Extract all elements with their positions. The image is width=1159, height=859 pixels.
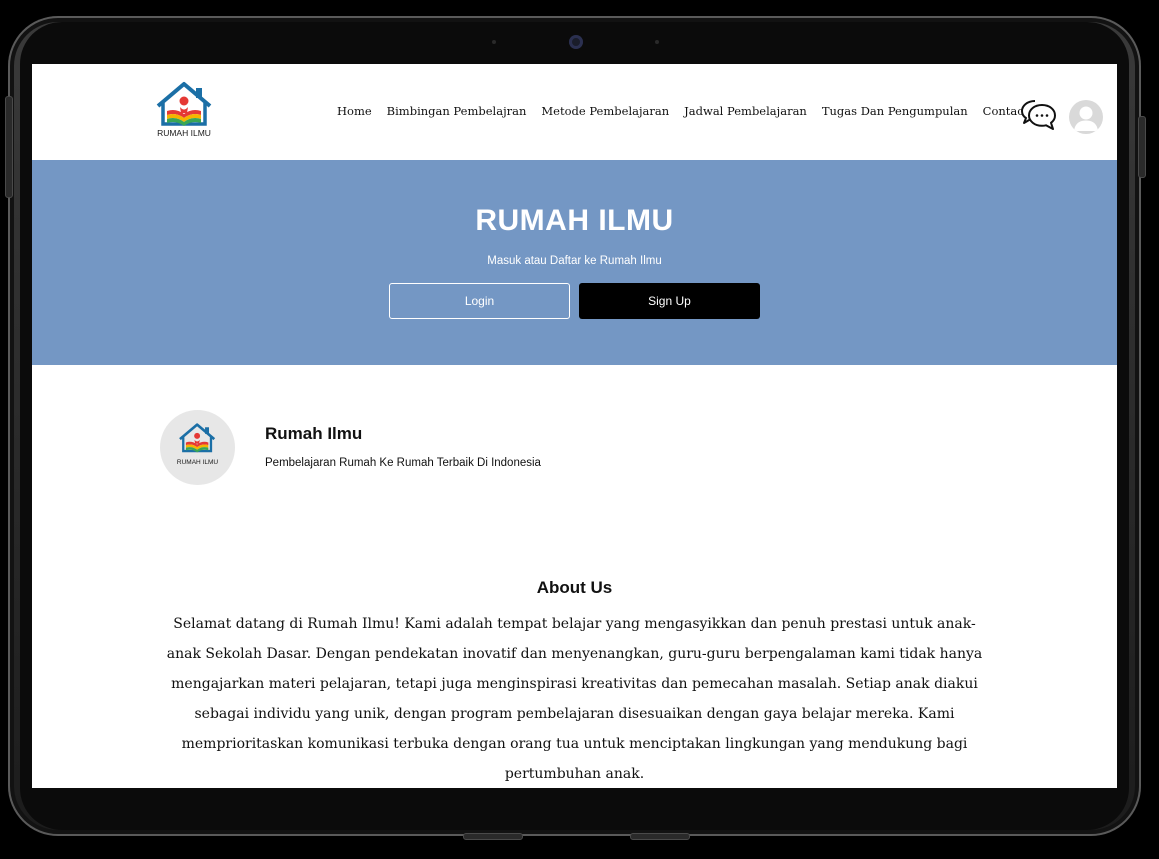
nav-jadwal-pembelajaran[interactable]: Jadwal Pembelajaran (684, 104, 807, 118)
house-book-logo-icon (179, 423, 216, 453)
hero-title: RUMAH ILMU (475, 204, 674, 237)
about-text: Selamat datang di Rumah Ilmu! Kami adala… (166, 616, 983, 782)
login-button[interactable]: Login (389, 283, 570, 319)
profile-logo-text: RUMAH ILMU (176, 459, 219, 466)
side-button-right (1138, 116, 1146, 178)
profile-logo: RUMAH ILMU (160, 410, 235, 485)
site-logo[interactable]: RUMAH ILMU (152, 80, 216, 144)
sensor-dot (655, 40, 659, 44)
signup-button[interactable]: Sign Up (579, 283, 760, 319)
camera-icon (569, 35, 583, 49)
logo-text: RUMAH ILMU (157, 128, 211, 138)
user-avatar[interactable] (1069, 100, 1103, 134)
user-avatar-icon (1074, 106, 1098, 131)
chat-button[interactable] (1020, 98, 1058, 132)
navbar: RUMAH ILMU Home Bimbingan Pembelajran Me… (32, 64, 1117, 160)
screen: RUMAH ILMU Home Bimbingan Pembelajran Me… (32, 64, 1117, 788)
profile-name: Rumah Ilmu (265, 424, 363, 443)
bottom-button-1 (463, 833, 523, 840)
bottom-button-2 (630, 833, 690, 840)
about-title: About Us (536, 578, 613, 597)
side-button-left (5, 96, 13, 198)
nav-metode-pembelajaran[interactable]: Metode Pembelajaran (541, 104, 669, 118)
hero-subtitle: Masuk atau Daftar ke Rumah Ilmu (487, 255, 662, 267)
nav-tugas-dan-pengumpulan[interactable]: Tugas Dan Pengumpulan (822, 104, 968, 118)
sensor-dot (492, 40, 496, 44)
main-nav: Home Bimbingan Pembelajran Metode Pembel… (337, 104, 1028, 118)
profile-tagline: Pembelajaran Rumah Ke Rumah Terbaik Di I… (265, 457, 541, 469)
nav-bimbingan-pembelajaran[interactable]: Bimbingan Pembelajran (387, 104, 527, 118)
nav-home[interactable]: Home (337, 104, 372, 118)
chat-bubbles-icon (1021, 100, 1056, 130)
hero-banner: RUMAH ILMU Masuk atau Daftar ke Rumah Il… (32, 160, 1117, 365)
